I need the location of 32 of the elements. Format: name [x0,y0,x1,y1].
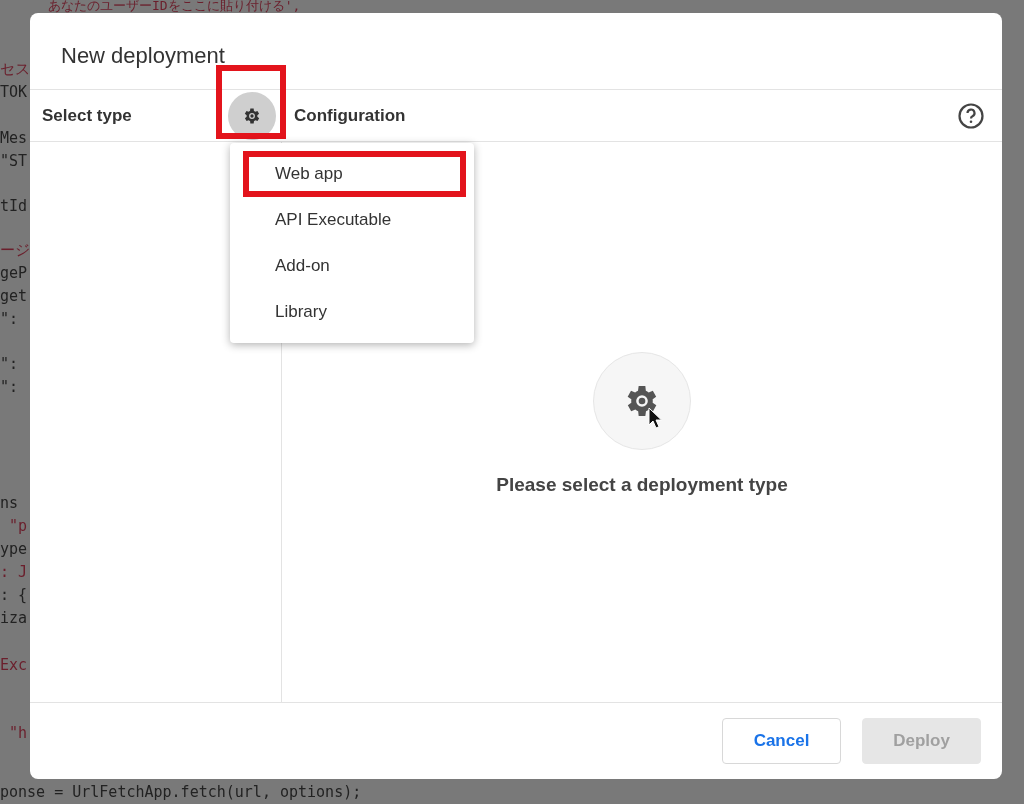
select-type-label: Select type [41,105,133,126]
code-line: iza [0,608,28,629]
code-line: あなたのユーザーIDをここに貼り付ける', [47,0,301,12]
code-line: ": [0,377,19,398]
dialog-title: New deployment [30,13,1002,90]
menu-item[interactable]: API Executable [230,197,474,243]
code-line: Mes [0,128,28,149]
cancel-button[interactable]: Cancel [722,718,841,764]
code-line: ": [0,354,19,375]
code-line: tId [0,196,28,217]
code-line: : { [0,585,28,606]
code-line: "p [8,516,28,537]
code-line: geP [0,263,28,284]
code-line: セス [0,59,30,80]
code-line: get [0,286,28,307]
code-line: ype [0,539,28,560]
menu-item[interactable]: Add-on [230,243,474,289]
code-line: "h [8,723,28,744]
configuration-label: Configuration [293,105,407,126]
code-line: ponse = UrlFetchApp.fetch(url, options); [0,782,362,803]
menu-item[interactable]: Library [230,289,474,335]
code-line: ": [0,309,19,330]
code-line: ns [0,493,19,514]
code-line: Exc [0,655,28,676]
code-line: : J [0,562,28,583]
code-line: TOK [0,82,28,103]
cursor-icon [648,407,662,429]
empty-state-message: Please select a deployment type [496,474,788,496]
code-line: ージ [0,240,30,261]
code-line: "ST [0,151,28,172]
menu-item[interactable]: Web app [243,151,466,197]
help-icon[interactable] [957,101,985,130]
